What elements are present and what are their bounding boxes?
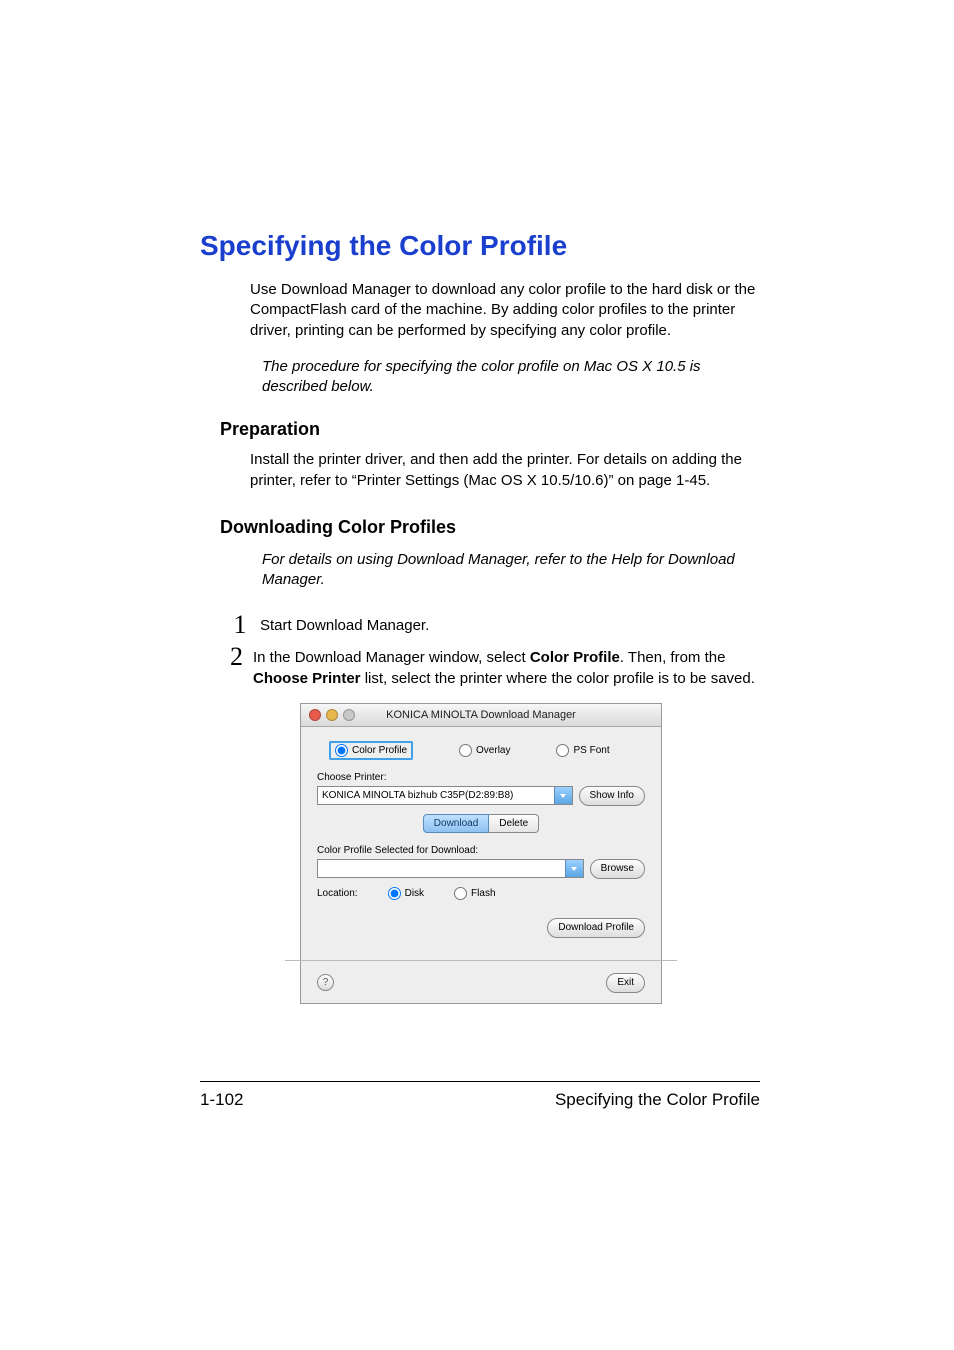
bold-text: Choose Printer — [253, 670, 361, 687]
show-info-button[interactable]: Show Info — [579, 786, 645, 806]
radio-label: Flash — [471, 888, 495, 899]
note-block-2: For details on using Download Manager, r… — [230, 548, 760, 591]
tab-delete[interactable]: Delete — [489, 814, 539, 833]
printer-select[interactable]: KONICA MINOLTA bizhub C35P(D2:89:B8) — [317, 786, 573, 805]
radio-ps-font[interactable]: PS Font — [556, 741, 609, 760]
choose-printer-row: KONICA MINOLTA bizhub C35P(D2:89:B8) Sho… — [317, 786, 645, 806]
download-manager-window: KONICA MINOLTA Download Manager Color Pr… — [300, 703, 662, 1004]
radio-label: Color Profile — [352, 745, 407, 756]
titlebar: KONICA MINOLTA Download Manager — [301, 704, 661, 727]
radio-flash[interactable]: Flash — [454, 887, 495, 900]
browse-button[interactable]: Browse — [590, 859, 645, 879]
tab-bar: Download Delete — [317, 814, 645, 833]
step-number: 1 — [230, 612, 250, 638]
exit-button[interactable]: Exit — [606, 973, 645, 993]
note-text-2: For details on using Download Manager, r… — [242, 548, 760, 591]
profile-select[interactable] — [317, 859, 584, 878]
radio-label: Disk — [405, 888, 424, 899]
download-row: Download Profile — [317, 918, 645, 938]
tab-download[interactable]: Download — [423, 814, 489, 833]
page-footer: 1-102 Specifying the Color Profile — [200, 1081, 760, 1110]
preparation-body: Install the printer driver, and then add… — [250, 450, 760, 491]
content-area: Specifying the Color Profile Use Downloa… — [200, 230, 760, 1004]
radio-label: PS Font — [573, 745, 609, 756]
page-number: 1-102 — [200, 1090, 243, 1110]
chevron-down-icon — [565, 860, 583, 877]
text: list, select the printer where the color… — [361, 670, 755, 687]
window-footer: ? Exit — [301, 967, 661, 1003]
radio-label: Overlay — [476, 745, 510, 756]
type-radio-group: Color Profile Overlay PS Font — [329, 741, 645, 760]
step-2: 2 In the Download Manager window, select… — [230, 644, 760, 689]
radio-color-profile[interactable]: Color Profile — [329, 741, 413, 760]
radio-input[interactable] — [459, 744, 472, 757]
radio-disk[interactable]: Disk — [388, 887, 424, 900]
section-downloading-title: Downloading Color Profiles — [220, 517, 760, 538]
note-text: The procedure for specifying the color p… — [242, 355, 760, 398]
note-block: The procedure for specifying the color p… — [230, 355, 760, 398]
help-icon[interactable]: ? — [317, 974, 334, 991]
intro-paragraph: Use Download Manager to download any col… — [250, 280, 760, 341]
selected-profile-row: Browse — [317, 859, 645, 879]
location-label: Location: — [317, 888, 358, 899]
radio-input[interactable] — [388, 887, 401, 900]
window-body: Color Profile Overlay PS Font Choose Pri… — [301, 727, 661, 954]
section-preparation-title: Preparation — [220, 419, 760, 440]
selected-profile-label: Color Profile Selected for Download: — [317, 845, 645, 856]
location-row: Location: Disk Flash — [317, 887, 645, 900]
step-number: 2 — [230, 644, 243, 670]
footer-rule — [200, 1081, 760, 1082]
footer-row: 1-102 Specifying the Color Profile — [200, 1090, 760, 1110]
divider — [285, 960, 677, 961]
footer-title: Specifying the Color Profile — [555, 1090, 760, 1110]
document-page: Specifying the Color Profile Use Downloa… — [0, 0, 954, 1350]
bold-text: Color Profile — [530, 649, 620, 666]
radio-overlay[interactable]: Overlay — [459, 741, 510, 760]
radio-input[interactable] — [556, 744, 569, 757]
step-text: Start Download Manager. — [260, 612, 429, 636]
select-value: KONICA MINOLTA bizhub C35P(D2:89:B8) — [322, 790, 513, 801]
radio-input[interactable] — [335, 744, 348, 757]
text: In the Download Manager window, select — [253, 649, 530, 666]
page-title: Specifying the Color Profile — [200, 230, 760, 262]
download-profile-button[interactable]: Download Profile — [547, 918, 645, 938]
radio-input[interactable] — [454, 887, 467, 900]
step-text: In the Download Manager window, select C… — [253, 644, 760, 689]
chevron-down-icon — [554, 787, 572, 804]
window-title: KONICA MINOLTA Download Manager — [301, 709, 661, 721]
text: . Then, from the — [620, 649, 726, 666]
step-1: 1 Start Download Manager. — [230, 612, 760, 638]
choose-printer-label: Choose Printer: — [317, 772, 645, 783]
